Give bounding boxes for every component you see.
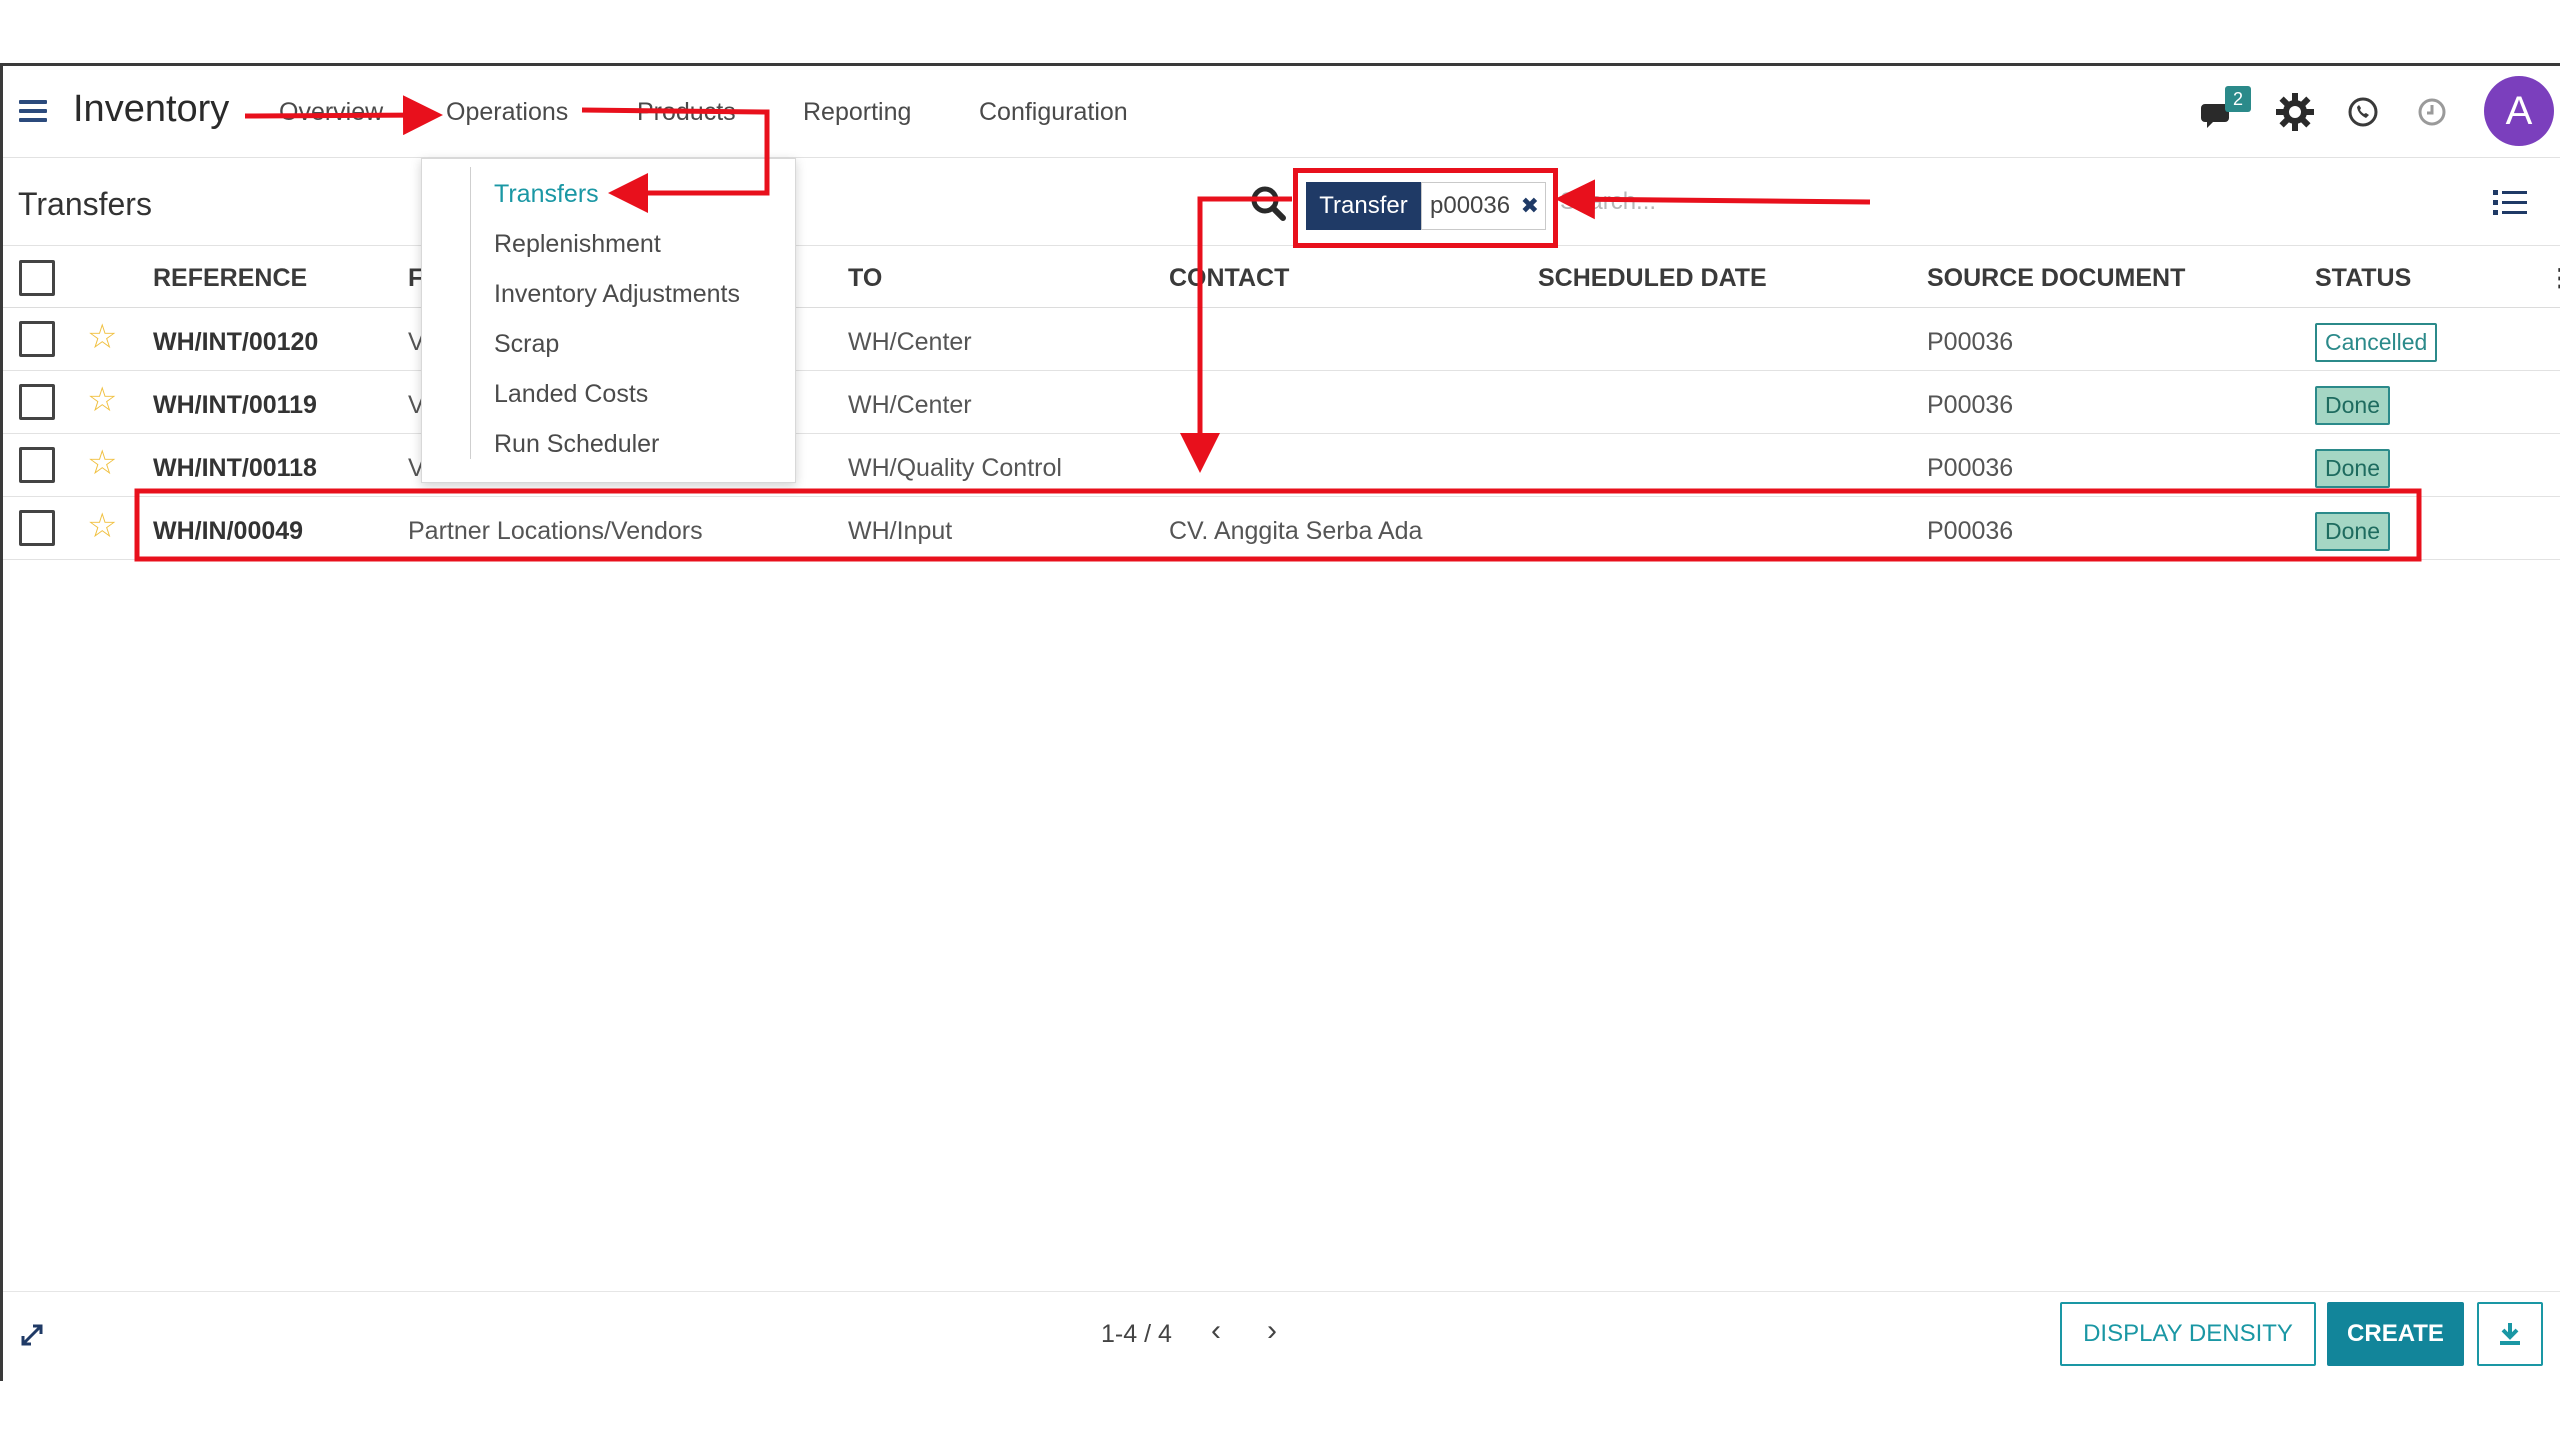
previous-page-icon[interactable]: ‹: [1211, 1314, 1221, 1348]
list-view-icon[interactable]: [2493, 188, 2527, 218]
message-count-badge: 2: [2225, 86, 2251, 112]
row-checkbox[interactable]: [19, 384, 55, 420]
remove-facet-icon[interactable]: ✖: [1521, 183, 1539, 229]
header-status[interactable]: STATUS: [2315, 264, 2411, 293]
cell-reference: WH/IN/00049: [153, 517, 304, 545]
dropdown-tree-line: [470, 167, 471, 459]
clock-icon[interactable]: [2412, 92, 2452, 132]
menu-item-run-scheduler[interactable]: Run Scheduler: [494, 430, 659, 459]
app-title[interactable]: Inventory: [73, 88, 229, 131]
column-options-icon[interactable]: ⋮: [2548, 264, 2560, 293]
star-icon[interactable]: ☆: [87, 320, 117, 354]
status-badge: Done: [2315, 386, 2390, 425]
status-badge: Done: [2315, 512, 2390, 551]
table-row[interactable]: ☆ WH/IN/00049 Partner Locations/Vendors …: [3, 497, 2560, 560]
header-source-document[interactable]: SOURCE DOCUMENT: [1927, 264, 2185, 293]
download-icon: [2500, 1323, 2520, 1345]
search-input[interactable]: Search...: [1560, 188, 1656, 216]
menu-item-replenishment[interactable]: Replenishment: [494, 230, 661, 259]
star-icon[interactable]: ☆: [87, 446, 117, 480]
menu-item-scrap[interactable]: Scrap: [494, 330, 559, 359]
menu-icon[interactable]: [19, 100, 47, 124]
cell-to: WH/Input: [848, 517, 953, 545]
cell-contact: CV. Anggita Serba Ada: [1169, 517, 1423, 545]
status-badge: Done: [2315, 449, 2390, 488]
menu-item-inventory-adjustments[interactable]: Inventory Adjustments: [494, 280, 740, 309]
expand-icon[interactable]: [17, 1320, 47, 1350]
cell-reference: WH/INT/00118: [153, 454, 317, 482]
header-reference[interactable]: REFERENCE: [153, 264, 307, 293]
cell-source: P00036: [1927, 391, 2014, 419]
nav-configuration[interactable]: Configuration: [979, 98, 1128, 127]
star-icon[interactable]: ☆: [87, 509, 117, 543]
cell-to: WH/Quality Control: [848, 454, 1062, 482]
star-icon[interactable]: ☆: [87, 383, 117, 417]
table-header: REFERENCE F TO CONTACT SCHEDULED DATE SO…: [3, 246, 2560, 308]
whatsapp-icon[interactable]: [2343, 92, 2383, 132]
facet-value-text: p00036: [1430, 192, 1511, 219]
header-scheduled-date[interactable]: SCHEDULED DATE: [1538, 264, 1767, 293]
footer-bar: 1-4 / 4 ‹ › DISPLAY DENSITY CREATE: [3, 1291, 2560, 1384]
facet-value: p00036 ✖: [1421, 182, 1546, 230]
menu-item-landed-costs[interactable]: Landed Costs: [494, 380, 648, 409]
nav-products[interactable]: Products: [637, 98, 736, 127]
pager-value[interactable]: 1-4 / 4: [1101, 1320, 1172, 1349]
display-density-button[interactable]: DISPLAY DENSITY: [2060, 1302, 2316, 1366]
cell-to: WH/Center: [848, 391, 972, 419]
create-button[interactable]: CREATE: [2327, 1302, 2464, 1366]
table-row[interactable]: ☆ WH/INT/00118 V WH/Quality Control P000…: [3, 434, 2560, 497]
cell-to: WH/Center: [848, 328, 972, 356]
transfers-table: REFERENCE F TO CONTACT SCHEDULED DATE SO…: [3, 246, 2560, 560]
facet-label: Transfer: [1306, 182, 1421, 230]
cell-from: Partner Locations/Vendors: [408, 517, 703, 545]
header-to[interactable]: TO: [848, 264, 882, 293]
nav-overview[interactable]: Overview: [279, 98, 383, 127]
cell-source: P00036: [1927, 328, 2014, 356]
table-row[interactable]: ☆ WH/INT/00119 V WH/Center P00036 Done: [3, 371, 2560, 434]
header-contact[interactable]: CONTACT: [1169, 264, 1289, 293]
cell-reference: WH/INT/00120: [153, 328, 319, 356]
gear-icon[interactable]: [2275, 92, 2315, 132]
cell-reference: WH/INT/00119: [153, 391, 317, 419]
status-badge: Cancelled: [2315, 323, 2438, 362]
operations-dropdown: Transfers Replenishment Inventory Adjust…: [421, 158, 796, 483]
avatar[interactable]: A: [2484, 76, 2554, 146]
odoo-app: Inventory Overview Operations Products R…: [0, 63, 2560, 1381]
table-row[interactable]: ☆ WH/INT/00120 V WH/Center P00036 Cancel…: [3, 308, 2560, 371]
next-page-icon[interactable]: ›: [1267, 1314, 1277, 1348]
breadcrumb: Transfers: [18, 186, 152, 222]
cell-source: P00036: [1927, 517, 2014, 545]
nav-operations[interactable]: Operations: [446, 98, 568, 127]
menu-item-transfers[interactable]: Transfers: [494, 180, 599, 209]
row-checkbox[interactable]: [19, 321, 55, 357]
search-bar[interactable]: Transfer p00036 ✖ Search...: [1248, 168, 1868, 248]
cell-source: P00036: [1927, 454, 2014, 482]
top-navbar: Inventory Overview Operations Products R…: [3, 66, 2560, 158]
download-button[interactable]: [2477, 1302, 2543, 1366]
control-panel: Transfers Transfer p00036 ✖ Search...: [3, 158, 2560, 248]
facet-highlight-box: Transfer p00036 ✖: [1293, 168, 1558, 248]
nav-reporting[interactable]: Reporting: [803, 98, 911, 127]
select-all-checkbox[interactable]: [19, 260, 55, 296]
row-checkbox[interactable]: [19, 510, 55, 546]
row-checkbox[interactable]: [19, 447, 55, 483]
